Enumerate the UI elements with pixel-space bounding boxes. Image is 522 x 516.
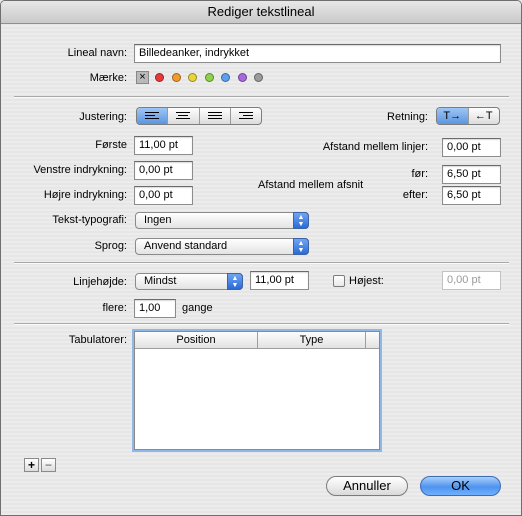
separator [14,96,509,98]
window-title: Rediger tekstlineal [1,1,521,24]
popup-arrows-icon: ▲ ▼ [293,212,309,229]
direction-label: Retning: [387,111,428,123]
align-justify-button[interactable] [200,108,231,124]
right-indent-label: Højre indrykning: [43,189,127,201]
right-indent-field[interactable]: 0,00 pt [134,186,193,205]
tabs-table[interactable]: Position Type [134,331,380,450]
first-indent-field[interactable]: 11,00 pt [134,136,193,155]
column-header-position[interactable]: Position [135,332,258,348]
mark-color-swatch[interactable] [221,73,230,82]
mark-color-swatch[interactable] [204,73,214,82]
dialog-window: Rediger tekstlineal Lineal navn: Billede… [0,0,522,516]
align-right-icon [238,112,253,119]
language-label: Sprog: [94,240,127,252]
mark-color-swatch[interactable] [237,73,247,82]
align-left-icon [145,112,160,119]
paragraph-spacing-label: Afstand mellem afsnit [258,179,364,191]
mark-none-button[interactable]: × [136,71,149,84]
ok-button[interactable]: OK [420,476,501,496]
line-height-label: Linjehøjde: [73,276,127,288]
align-right-button[interactable] [231,108,261,124]
language-popup[interactable]: Anvend standard ▲ ▼ [135,238,309,255]
mark-color-swatch[interactable] [171,73,181,82]
first-indent-label: Første [95,139,127,151]
multiple-field[interactable]: 1,00 [134,299,176,318]
cancel-button[interactable]: Annuller [326,476,408,496]
max-height-label: Højest: [349,275,384,287]
tabs-label: Tabulatorer: [68,334,127,346]
align-justify-icon [207,112,222,119]
text-style-value: Ingen [144,214,172,226]
left-indent-label: Venstre indrykning: [33,164,127,176]
line-spacing-label: Afstand mellem linjer: [322,141,428,153]
text-style-label: Tekst-typografi: [52,214,127,226]
direction-ltr-button[interactable]: T→ [437,108,469,124]
align-center-icon [176,112,191,119]
text-direction-rtl-icon: ←T [474,110,493,122]
text-direction-ltr-icon: T→ [443,110,462,122]
line-height-mode-popup[interactable]: Mindst ▲ ▼ [135,273,243,290]
mark-color-swatch[interactable] [155,73,164,82]
line-spacing-field[interactable]: 0,00 pt [442,138,501,157]
spacing-after-label: efter: [402,189,428,201]
language-value: Anvend standard [144,240,228,252]
spacing-before-field[interactable]: 6,50 pt [442,165,501,184]
name-field[interactable]: Billedeanker, indrykket [134,44,501,63]
column-header-filler [366,332,379,348]
left-indent-field[interactable]: 0,00 pt [134,161,193,180]
max-height-field[interactable]: 0,00 pt [442,271,501,290]
line-height-mode-value: Mindst [144,275,177,287]
multiple-label: flere: [102,302,127,314]
mark-color-swatch[interactable] [188,73,197,82]
alignment-label: Justering: [79,111,127,123]
align-center-button[interactable] [168,108,200,124]
text-style-popup[interactable]: Ingen ▲ ▼ [135,212,309,229]
close-icon: × [139,71,146,83]
spacing-after-field[interactable]: 6,50 pt [442,186,501,205]
popup-arrows-icon: ▲ ▼ [293,238,309,255]
alignment-segmented-control[interactable] [136,107,262,125]
align-left-button[interactable] [137,108,169,124]
mark-color-swatch[interactable] [254,73,263,82]
max-height-checkbox[interactable] [333,275,345,287]
separator [14,323,509,325]
direction-segmented-control[interactable]: T→ ←T [436,107,500,125]
separator [14,262,509,264]
name-label: Lineal navn: [67,47,127,59]
multiple-unit-label: gange [182,302,213,314]
remove-tab-button[interactable]: − [41,458,56,472]
column-header-type[interactable]: Type [258,332,366,348]
mark-label: Mærke: [89,72,127,84]
tabs-table-header: Position Type [135,332,379,349]
spacing-before-label: før: [411,168,429,180]
popup-arrows-icon: ▲ ▼ [227,273,243,290]
line-height-field[interactable]: 11,00 pt [250,271,309,290]
add-tab-button[interactable]: + [24,458,39,472]
direction-rtl-button[interactable]: ←T [469,108,500,124]
